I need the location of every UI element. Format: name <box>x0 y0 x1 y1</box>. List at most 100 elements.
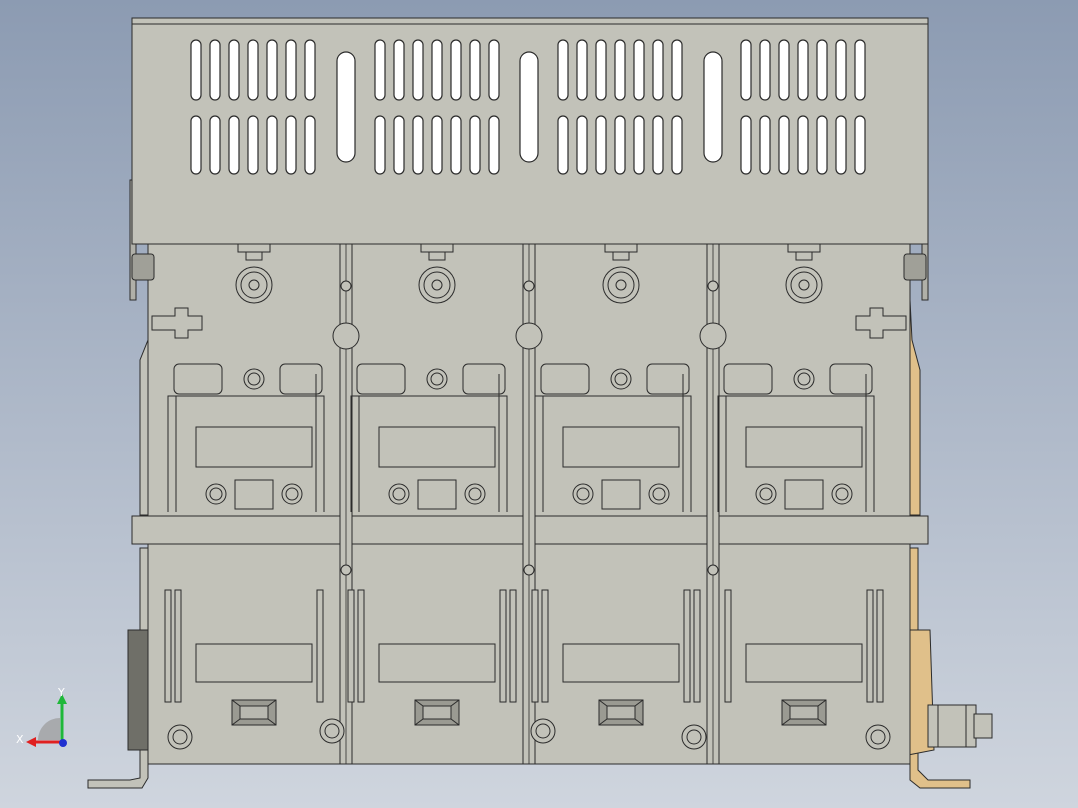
pole-lower-rail <box>541 589 549 703</box>
pole-lower-rail <box>509 589 517 703</box>
vent-slot <box>778 39 790 101</box>
vent-slot <box>431 115 443 175</box>
vent-slot <box>778 115 790 175</box>
vent-slot <box>854 39 866 101</box>
pole-lower-rail <box>724 589 732 703</box>
pole-indicator-window <box>601 479 641 510</box>
vent-slot <box>304 39 316 101</box>
vent-slot <box>190 115 202 175</box>
pole-handle-slot-inner <box>789 705 819 720</box>
vent-slot <box>450 39 462 101</box>
pole-lower-label-plate <box>562 643 680 683</box>
pole-lower-screw-inner <box>392 487 406 501</box>
bottom-mounting-screw-inner <box>686 729 702 745</box>
divider-pin <box>340 564 352 576</box>
pole-lower-rail <box>876 589 884 703</box>
vent-slot <box>595 39 607 101</box>
pole-lower-screw-inner <box>209 487 223 501</box>
vent-slot <box>393 39 405 101</box>
pole-lower-rail <box>347 589 355 703</box>
pole-contact-pad <box>173 363 223 395</box>
vent-slot <box>614 39 626 101</box>
vent-slot <box>488 39 500 101</box>
pole-lower-rail <box>683 589 691 703</box>
vent-slot <box>652 39 664 101</box>
y-axis-label: Y <box>58 686 65 699</box>
vent-slot <box>412 39 424 101</box>
pole-top-tab <box>787 243 821 253</box>
left-side-rail <box>139 300 149 516</box>
vent-slot <box>633 39 645 101</box>
pole-lower-screw-inner <box>285 487 299 501</box>
divider-pin <box>707 280 719 292</box>
pole-upper-screw-inner <box>247 372 261 386</box>
pole-main-screw-hole <box>798 279 810 291</box>
vent-slot <box>412 115 424 175</box>
vent-slot <box>835 39 847 101</box>
divider-pin <box>523 280 535 292</box>
vent-slot <box>595 115 607 175</box>
vent-slot <box>740 39 752 101</box>
vent-slot <box>816 115 828 175</box>
view-orientation-triad[interactable]: X Y <box>10 682 80 752</box>
vent-slot <box>228 39 240 101</box>
x-axis-label: X <box>16 733 24 746</box>
right-side-rail <box>909 299 921 516</box>
pole-indicator-window <box>417 479 457 510</box>
vent-slot <box>576 39 588 101</box>
pole-main-screw-hole <box>248 279 260 291</box>
pole-upper-screw-inner <box>797 372 811 386</box>
divider-boss <box>515 322 543 350</box>
left-rear-terminal <box>127 629 151 751</box>
vent-slot <box>740 115 752 175</box>
bottom-mounting-screw-inner <box>324 723 340 739</box>
pole-lower-label-plate <box>195 643 313 683</box>
pole-lower-screw-inner <box>759 487 773 501</box>
vent-slot <box>285 115 297 175</box>
pole-main-screw-hole <box>431 279 443 291</box>
bottom-mounting-screw-inner <box>535 723 551 739</box>
long-vent-slot <box>336 51 356 163</box>
pole-lower-rail <box>164 589 172 703</box>
vent-slot <box>759 39 771 101</box>
vent-slot <box>209 115 221 175</box>
pole-lower-rail <box>316 589 324 703</box>
pole-contact-pad <box>356 363 406 395</box>
vent-slot <box>247 115 259 175</box>
pole-lower-label-plate <box>745 643 863 683</box>
vent-slot <box>759 115 771 175</box>
z-axis-dot <box>59 739 67 747</box>
divider-boss <box>332 322 360 350</box>
cad-viewport[interactable]: X Y <box>0 0 1078 808</box>
vent-slot <box>393 115 405 175</box>
left-side-nub <box>131 253 155 281</box>
pole-lower-rail <box>499 589 507 703</box>
pole-main-screw-hole <box>615 279 627 291</box>
divider-pin <box>707 564 719 576</box>
pole-top-tab-stem <box>795 251 813 261</box>
long-vent-slot <box>703 51 723 163</box>
vent-slot <box>671 115 683 175</box>
vent-slot <box>374 39 386 101</box>
vent-slot <box>633 115 645 175</box>
vent-slot <box>488 115 500 175</box>
pole-upper-screw-inner <box>614 372 628 386</box>
vent-slot <box>854 115 866 175</box>
vent-slot <box>557 39 569 101</box>
pole-lower-rail <box>174 589 182 703</box>
vent-slot <box>266 115 278 175</box>
breaker-model[interactable] <box>0 0 1078 808</box>
pole-label-plate <box>745 426 863 468</box>
pole-upper-screw-inner <box>430 372 444 386</box>
vent-slot <box>228 115 240 175</box>
vent-slot <box>652 115 664 175</box>
pole-top-tab <box>604 243 638 253</box>
vent-slot <box>816 39 828 101</box>
pole-handle-slot-inner <box>422 705 452 720</box>
pole-indicator-window <box>234 479 274 510</box>
pole-indicator-window <box>784 479 824 510</box>
pole-top-tab-stem <box>612 251 630 261</box>
bottom-mounting-screw-inner <box>870 729 886 745</box>
pole-label-plate <box>378 426 496 468</box>
vent-slot <box>209 39 221 101</box>
